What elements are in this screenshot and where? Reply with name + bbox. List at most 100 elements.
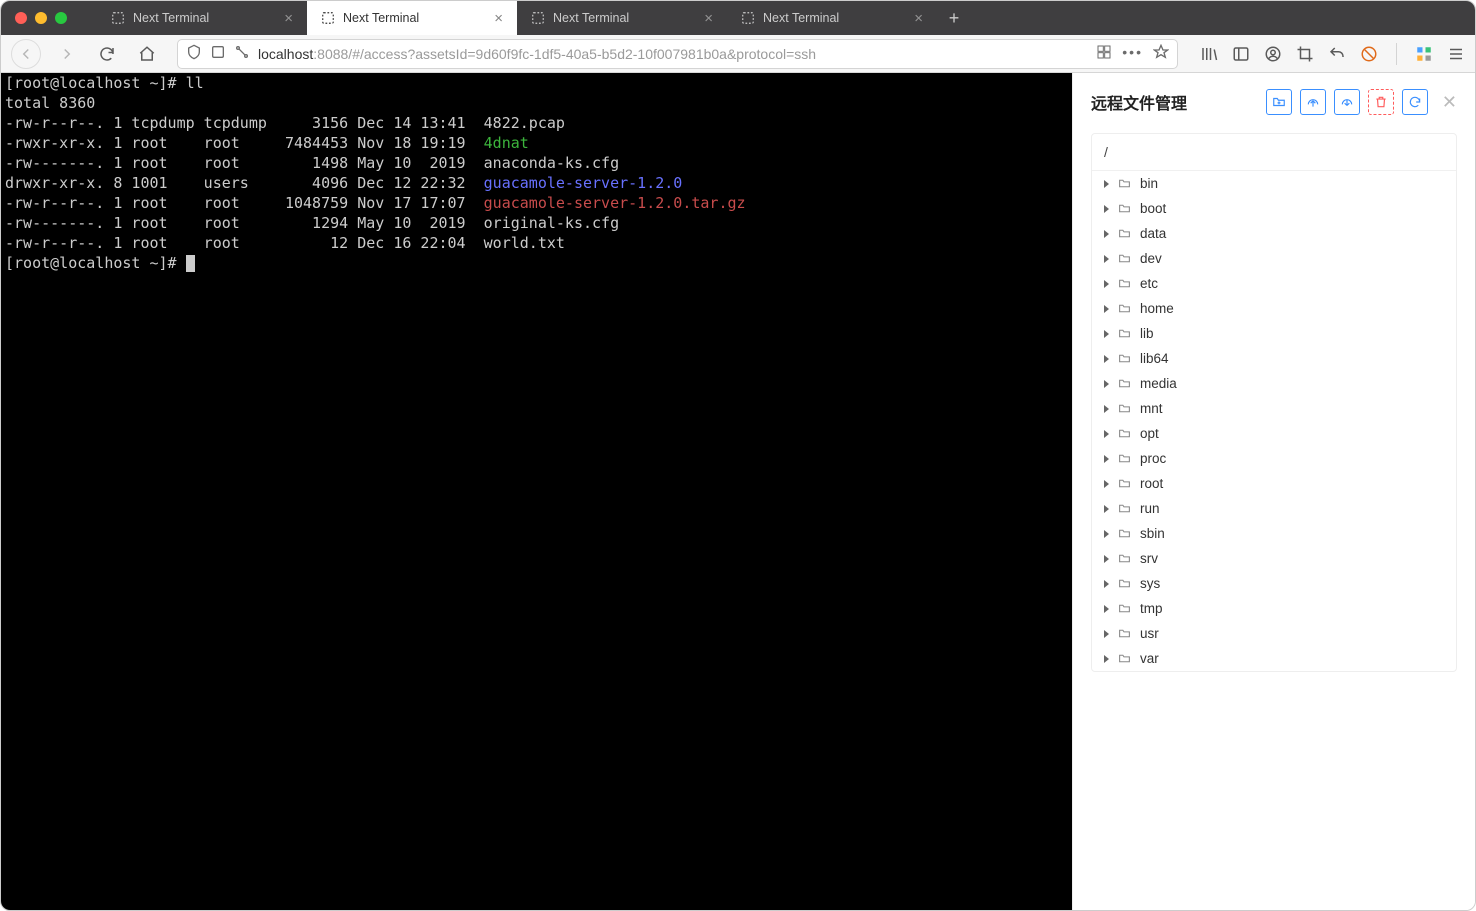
tree-item-usr[interactable]: usr — [1092, 621, 1456, 646]
folder-name: proc — [1140, 451, 1166, 466]
caret-icon — [1104, 430, 1109, 438]
tree-item-proc[interactable]: proc — [1092, 446, 1456, 471]
tree-item-sys[interactable]: sys — [1092, 571, 1456, 596]
more-icon[interactable]: ••• — [1122, 44, 1143, 63]
upload-button[interactable] — [1300, 89, 1326, 115]
url-text: localhost:8088/#/access?assetsId=9d60f9f… — [258, 46, 1088, 62]
caret-icon — [1104, 280, 1109, 288]
reader-icon[interactable] — [1096, 44, 1112, 63]
account-icon[interactable] — [1264, 45, 1282, 63]
tree-item-data[interactable]: data — [1092, 221, 1456, 246]
folder-icon — [1117, 402, 1132, 415]
caret-icon — [1104, 330, 1109, 338]
tree-item-etc[interactable]: etc — [1092, 271, 1456, 296]
folder-name: tmp — [1140, 601, 1163, 616]
tree-item-tmp[interactable]: tmp — [1092, 596, 1456, 621]
sidebar-icon[interactable] — [1232, 45, 1250, 63]
folder-name: data — [1140, 226, 1166, 241]
folder-name: boot — [1140, 201, 1166, 216]
download-button[interactable] — [1334, 89, 1360, 115]
tab-label: Next Terminal — [553, 11, 629, 25]
tree-item-mnt[interactable]: mnt — [1092, 396, 1456, 421]
close-tab-icon[interactable]: × — [914, 10, 923, 27]
caret-icon — [1104, 305, 1109, 313]
caret-icon — [1104, 655, 1109, 663]
bookmark-icon[interactable] — [1153, 44, 1169, 63]
folder-name: mnt — [1140, 401, 1163, 416]
caret-icon — [1104, 255, 1109, 263]
tab-label: Next Terminal — [133, 11, 209, 25]
folder-icon — [1117, 552, 1132, 565]
crop-icon[interactable] — [1296, 45, 1314, 63]
tab-label: Next Terminal — [343, 11, 419, 25]
folder-name: sys — [1140, 576, 1160, 591]
close-tab-icon[interactable]: × — [494, 10, 503, 27]
caret-icon — [1104, 180, 1109, 188]
tab-0[interactable]: Next Terminal × — [97, 1, 307, 35]
tree-item-lib[interactable]: lib — [1092, 321, 1456, 346]
tree-item-opt[interactable]: opt — [1092, 421, 1456, 446]
close-window-icon[interactable] — [15, 12, 27, 24]
folder-name: opt — [1140, 426, 1159, 441]
folder-icon — [1117, 602, 1132, 615]
tree-item-home[interactable]: home — [1092, 296, 1456, 321]
folder-name: var — [1140, 651, 1159, 666]
caret-icon — [1104, 205, 1109, 213]
nav-back-button[interactable] — [11, 39, 41, 69]
tab-2[interactable]: Next Terminal × — [517, 1, 727, 35]
folder-icon — [1117, 427, 1132, 440]
folder-name: bin — [1140, 176, 1158, 191]
terminal[interactable]: [root@localhost ~]# ll total 8360 -rw-r-… — [1, 73, 1072, 910]
current-path[interactable]: / — [1092, 134, 1456, 171]
new-folder-button[interactable] — [1266, 89, 1292, 115]
shield-icon[interactable] — [186, 44, 202, 63]
content-area: [root@localhost ~]# ll total 8360 -rw-r-… — [1, 73, 1475, 910]
library-icon[interactable] — [1200, 45, 1218, 63]
menu-icon[interactable] — [1447, 45, 1465, 63]
tree-item-lib64[interactable]: lib64 — [1092, 346, 1456, 371]
block-icon[interactable] — [1360, 45, 1378, 63]
folder-name: dev — [1140, 251, 1162, 266]
tab-3[interactable]: Next Terminal× — [727, 1, 937, 35]
minimize-window-icon[interactable] — [35, 12, 47, 24]
tree-item-var[interactable]: var — [1092, 646, 1456, 671]
folder-name: sbin — [1140, 526, 1165, 541]
maximize-window-icon[interactable] — [55, 12, 67, 24]
folder-icon — [1117, 477, 1132, 490]
page-info-icon[interactable] — [210, 44, 226, 63]
nav-forward-button[interactable] — [53, 40, 81, 68]
tree-item-srv[interactable]: srv — [1092, 546, 1456, 571]
caret-icon — [1104, 355, 1109, 363]
tree-item-bin[interactable]: bin — [1092, 171, 1456, 196]
reload-button[interactable] — [93, 40, 121, 68]
close-panel-icon[interactable]: ✕ — [1442, 92, 1457, 113]
folder-icon — [1117, 452, 1132, 465]
folder-icon — [1117, 227, 1132, 240]
caret-icon — [1104, 230, 1109, 238]
folder-name: run — [1140, 501, 1160, 516]
caret-icon — [1104, 630, 1109, 638]
tab-1[interactable]: Next Terminal × — [307, 1, 517, 35]
new-tab-button[interactable]: + — [937, 1, 971, 35]
address-bar[interactable]: localhost:8088/#/access?assetsId=9d60f9f… — [177, 39, 1178, 69]
caret-icon — [1104, 530, 1109, 538]
undo-icon[interactable] — [1328, 45, 1346, 63]
tree-item-dev[interactable]: dev — [1092, 246, 1456, 271]
connection-icon[interactable] — [234, 44, 250, 63]
tree-item-boot[interactable]: boot — [1092, 196, 1456, 221]
folder-name: etc — [1140, 276, 1158, 291]
close-tab-icon[interactable]: × — [284, 10, 293, 27]
tree-item-sbin[interactable]: sbin — [1092, 521, 1456, 546]
close-tab-icon[interactable]: × — [704, 10, 713, 27]
extensions-icon[interactable] — [1415, 45, 1433, 63]
tree-item-root[interactable]: root — [1092, 471, 1456, 496]
tree-item-run[interactable]: run — [1092, 496, 1456, 521]
tree-item-media[interactable]: media — [1092, 371, 1456, 396]
folder-name: lib64 — [1140, 351, 1169, 366]
refresh-button[interactable] — [1402, 89, 1428, 115]
url-rest: :8088/#/access?assetsId=9d60f9fc-1df5-40… — [313, 46, 816, 62]
folder-icon — [1117, 627, 1132, 640]
delete-button[interactable] — [1368, 89, 1394, 115]
folder-icon — [1117, 177, 1132, 190]
home-button[interactable] — [133, 40, 161, 68]
